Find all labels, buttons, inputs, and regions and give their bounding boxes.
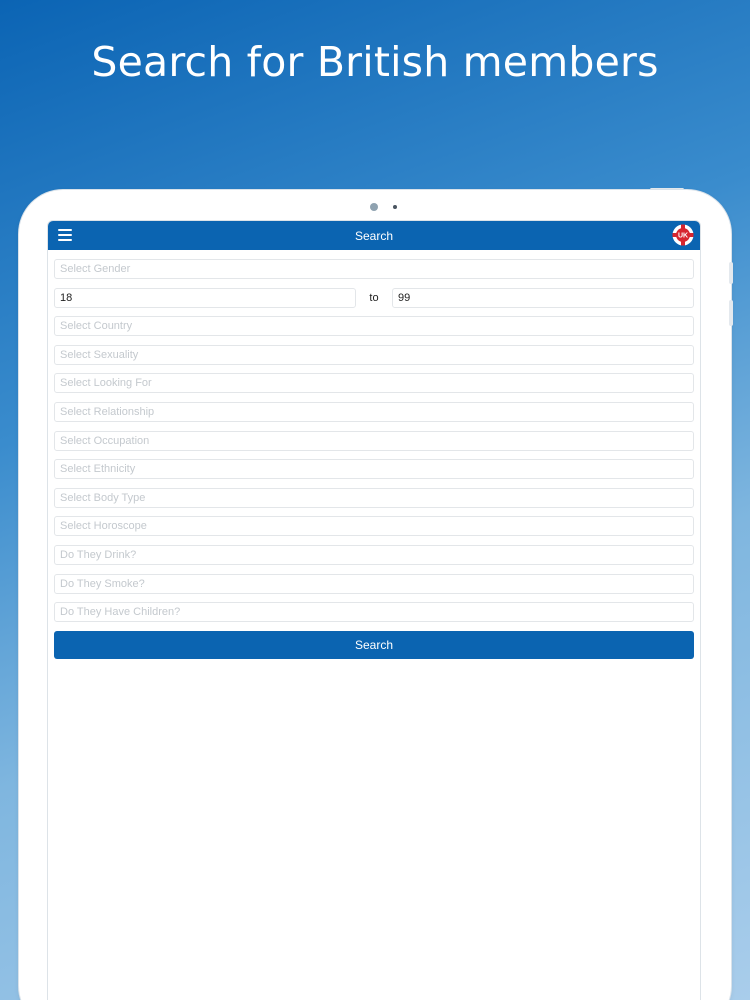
flag-label: UK <box>678 233 688 240</box>
age-min-input[interactable]: 18 <box>54 287 356 308</box>
children-select[interactable]: Do They Have Children? <box>54 602 694 623</box>
occupation-select[interactable]: Select Occupation <box>54 430 694 451</box>
age-range-row: 18 to 99 <box>54 287 694 308</box>
horoscope-select[interactable]: Select Horoscope <box>54 516 694 537</box>
body-type-select[interactable]: Select Body Type <box>54 487 694 508</box>
device-volume-down-button <box>729 300 733 326</box>
nav-title: Search <box>354 228 394 243</box>
front-camera <box>370 203 378 211</box>
search-button[interactable]: Search <box>54 630 694 659</box>
app-screen: Search UK Select Gender 18 to 99 Select … <box>47 220 701 1000</box>
camera-sensor <box>393 205 397 209</box>
relationship-select[interactable]: Select Relationship <box>54 401 694 422</box>
age-max-input[interactable]: 99 <box>392 287 694 308</box>
search-form: Select Gender 18 to 99 Select Country Se… <box>48 250 700 659</box>
ethnicity-select[interactable]: Select Ethnicity <box>54 459 694 480</box>
promo-headline: Search for British members <box>91 38 659 86</box>
drink-select[interactable]: Do They Drink? <box>54 544 694 565</box>
uk-flag-icon[interactable]: UK <box>672 224 694 246</box>
hamburger-menu-icon[interactable] <box>58 229 72 241</box>
looking-for-select[interactable]: Select Looking For <box>54 373 694 394</box>
sexuality-select[interactable]: Select Sexuality <box>54 344 694 365</box>
gender-select[interactable]: Select Gender <box>54 259 694 279</box>
country-select[interactable]: Select Country <box>54 316 694 337</box>
navigation-bar: Search UK <box>48 221 700 250</box>
device-volume-up-button <box>729 262 733 284</box>
age-separator: to <box>369 291 379 304</box>
smoke-select[interactable]: Do They Smoke? <box>54 573 694 594</box>
